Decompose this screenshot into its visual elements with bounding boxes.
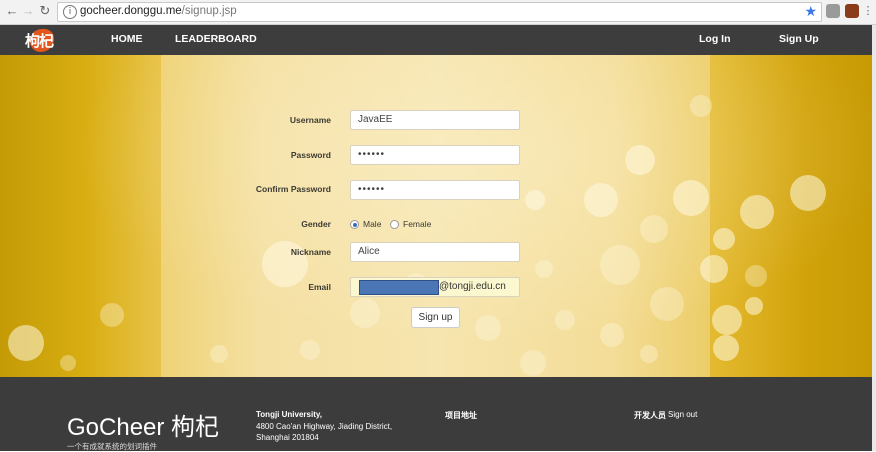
nickname-label: Nickname xyxy=(290,247,331,257)
email-label: Email xyxy=(308,282,331,292)
url-host: gocheer.donggu.me xyxy=(80,5,182,17)
gender-female-label[interactable]: Female xyxy=(403,219,431,229)
footer-signout-link[interactable]: Sign out xyxy=(668,409,697,420)
signup-submit-button[interactable]: Sign up xyxy=(411,307,460,328)
browser-toolbar: ← → ↻ i gocheer.donggu.me/signup.jsp ★ ⋮ xyxy=(0,0,876,25)
page-info-icon[interactable]: i xyxy=(63,5,77,19)
nav-signup-link[interactable]: Sign Up xyxy=(779,33,819,45)
password-input[interactable]: •••••• xyxy=(350,145,520,165)
gender-male-radio[interactable] xyxy=(350,220,359,229)
gender-female-radio[interactable] xyxy=(390,220,399,229)
footer-project-link[interactable]: 项目地址 xyxy=(445,410,477,421)
footer-university: Tongji University, xyxy=(256,410,322,419)
extension-icon[interactable] xyxy=(826,4,840,18)
signup-hero: Username JavaEE Password •••••• Confirm … xyxy=(0,55,876,377)
footer-address-line1: 4800 Cao'an Highway, Jiading District, xyxy=(256,422,393,431)
gender-male-label[interactable]: Male xyxy=(363,219,381,229)
confirm-password-label: Confirm Password xyxy=(255,184,331,194)
signup-panel xyxy=(161,55,710,377)
confirm-password-input[interactable]: •••••• xyxy=(350,180,520,200)
password-label: Password xyxy=(290,150,331,160)
site-logo[interactable]: 枸杞 xyxy=(22,25,60,55)
forward-arrow-icon[interactable]: → xyxy=(20,3,36,19)
menu-icon[interactable]: ⋮ xyxy=(860,3,876,19)
nav-login-link[interactable]: Log In xyxy=(699,33,731,45)
nav-leaderboard-link[interactable]: LEADERBOARD xyxy=(175,33,257,45)
back-arrow-icon[interactable]: ← xyxy=(4,3,20,19)
footer-tagline: 一个有成就系统的划词插件 xyxy=(67,442,157,451)
site-navbar: 枸杞 HOME LEADERBOARD Log In Sign Up xyxy=(0,25,876,55)
logo-text: 枸杞 xyxy=(25,32,54,50)
nickname-input[interactable]: Alice xyxy=(350,242,520,262)
url-path: /signup.jsp xyxy=(181,5,237,17)
gender-label: Gender xyxy=(301,219,331,229)
nav-home-link[interactable]: HOME xyxy=(111,33,143,45)
email-domain: @tongji.edu.cn xyxy=(439,281,506,292)
reload-icon[interactable]: ↻ xyxy=(37,3,53,19)
footer-address-line2: Shanghai 201804 xyxy=(256,433,319,442)
bookmark-star-icon[interactable]: ★ xyxy=(804,3,817,20)
redacted-email-user xyxy=(359,280,439,295)
email-input[interactable]: @tongji.edu.cn xyxy=(350,277,520,297)
address-bar[interactable]: i gocheer.donggu.me/signup.jsp ★ xyxy=(57,2,822,22)
username-label: Username xyxy=(289,115,331,125)
footer-brand: GoCheer 枸杞 xyxy=(67,414,220,441)
site-footer: GoCheer 枸杞 一个有成就系统的划词插件 Tongji Universit… xyxy=(0,377,876,451)
page-scrollbar[interactable] xyxy=(872,25,876,451)
url-text: gocheer.donggu.me/signup.jsp xyxy=(80,5,237,17)
username-input[interactable]: JavaEE xyxy=(350,110,520,130)
footer-developers-link[interactable]: 开发人员 xyxy=(634,410,666,421)
extension-gocheer-icon[interactable] xyxy=(845,4,859,18)
